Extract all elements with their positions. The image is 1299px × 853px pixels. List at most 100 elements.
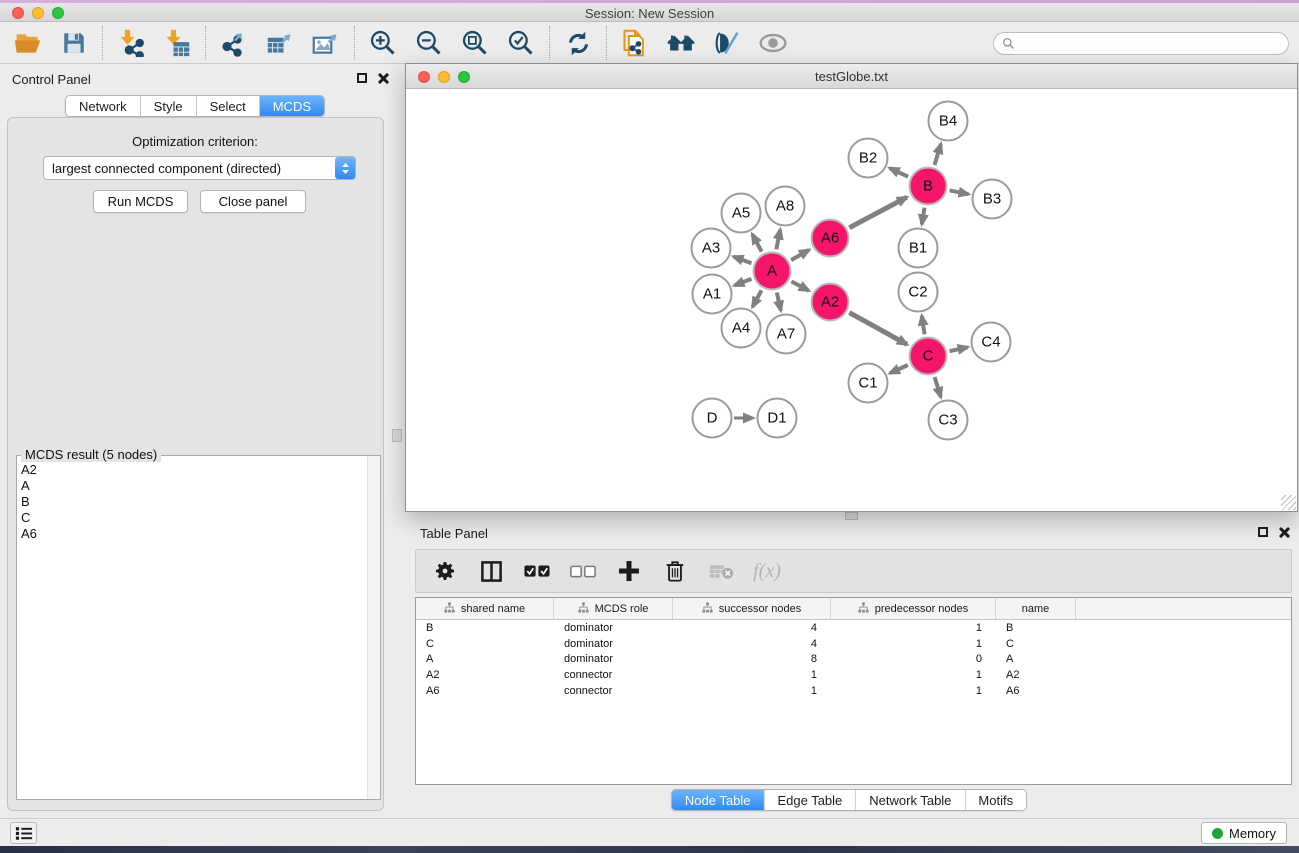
table-cell: connector — [554, 685, 673, 697]
graph-node-A6[interactable]: A6 — [811, 219, 850, 258]
tab-node-table[interactable]: Node Table — [672, 790, 765, 810]
result-scrollbar[interactable] — [367, 456, 380, 799]
tab-mcds[interactable]: MCDS — [260, 96, 324, 116]
task-history-button[interactable] — [10, 822, 37, 844]
horizontal-splitter-handle[interactable] — [845, 512, 858, 520]
graph-node-A3[interactable]: A3 — [691, 228, 732, 269]
save-session-icon[interactable] — [59, 28, 89, 58]
table-cell: dominator — [554, 622, 673, 634]
houses-icon[interactable] — [666, 28, 696, 58]
close-panel-icon[interactable] — [377, 73, 388, 84]
vertical-splitter-handle[interactable] — [392, 429, 402, 442]
table-cell: C — [996, 638, 1076, 650]
float-table-panel-icon[interactable] — [1258, 527, 1268, 537]
table-header-row: shared nameMCDS rolesuccessor nodesprede… — [416, 598, 1291, 620]
graph-node-C2[interactable]: C2 — [898, 272, 939, 313]
graphics-details-icon[interactable] — [712, 28, 742, 58]
result-list-item[interactable]: A — [21, 478, 364, 494]
table-row[interactable]: A6connector11A6 — [416, 683, 1291, 699]
export-network-icon[interactable] — [219, 28, 249, 58]
close-table-panel-icon[interactable] — [1278, 527, 1289, 538]
import-table-icon[interactable] — [162, 28, 192, 58]
deselect-all-icon[interactable] — [570, 558, 596, 584]
zoom-in-icon[interactable] — [368, 28, 398, 58]
graph-node-A[interactable]: A — [753, 252, 792, 291]
column-header-shared-name[interactable]: shared name — [416, 598, 554, 619]
control-panel-tabs: NetworkStyleSelectMCDS — [65, 95, 325, 117]
graph-node-A4[interactable]: A4 — [721, 308, 762, 349]
graph-node-B3[interactable]: B3 — [972, 179, 1013, 220]
tab-select[interactable]: Select — [197, 96, 260, 116]
import-network-icon[interactable] — [116, 28, 146, 58]
search-input[interactable] — [1015, 37, 1288, 51]
result-list-item[interactable]: C — [21, 510, 364, 526]
column-header-successor-nodes[interactable]: successor nodes — [673, 598, 831, 619]
table-cell: A2 — [416, 669, 554, 681]
delete-icon[interactable] — [662, 558, 688, 584]
float-panel-icon[interactable] — [357, 73, 367, 83]
tab-style[interactable]: Style — [141, 96, 197, 116]
search-field[interactable] — [993, 32, 1289, 55]
zoom-selected-icon[interactable] — [506, 28, 536, 58]
graph-node-A8[interactable]: A8 — [765, 186, 806, 227]
result-list-item[interactable]: B — [21, 494, 364, 510]
graph-node-C[interactable]: C — [909, 337, 948, 376]
graph-node-B2[interactable]: B2 — [848, 138, 889, 179]
graph-node-C4[interactable]: C4 — [971, 322, 1012, 363]
table-toolbar: f(x) — [415, 549, 1292, 593]
optimization-criterion-label: Optimization criterion: — [0, 134, 390, 149]
graph-node-D1[interactable]: D1 — [757, 398, 798, 439]
graph-node-B4[interactable]: B4 — [928, 101, 969, 142]
table-row[interactable]: Cdominator41C — [416, 636, 1291, 652]
graph-node-C1[interactable]: C1 — [848, 363, 889, 404]
settings-icon[interactable] — [432, 558, 458, 584]
column-header-name[interactable]: name — [996, 598, 1076, 619]
columns-icon[interactable] — [478, 558, 504, 584]
export-image-icon[interactable] — [311, 28, 341, 58]
run-mcds-button[interactable]: Run MCDS — [93, 190, 188, 213]
tab-network[interactable]: Network — [66, 96, 141, 116]
list-icon — [15, 826, 33, 841]
node-table: shared nameMCDS rolesuccessor nodesprede… — [415, 597, 1292, 785]
table-row[interactable]: A2connector11A2 — [416, 667, 1291, 683]
desktop-wallpaper-strip — [0, 846, 1299, 853]
network-canvas[interactable]: A A1 A2 A3 A4 A5 A6 A7 A8 B B1 B2 B3B4 C C1 C2 C3C4 D D1 — [406, 89, 1297, 511]
result-list-item[interactable]: A2 — [21, 462, 364, 478]
graph-node-A7[interactable]: A7 — [766, 314, 807, 355]
table-panel-title: Table Panel — [420, 526, 488, 541]
network-window-title: testGlobe.txt — [406, 69, 1297, 84]
table-row[interactable]: Bdominator41B — [416, 620, 1291, 636]
refresh-icon[interactable] — [563, 28, 593, 58]
export-table-icon[interactable] — [265, 28, 295, 58]
copy-network-icon[interactable] — [620, 28, 650, 58]
graph-node-B[interactable]: B — [909, 167, 948, 206]
memory-button[interactable]: Memory — [1201, 822, 1287, 844]
column-header-mcds-role[interactable]: MCDS role — [554, 598, 673, 619]
tab-motifs[interactable]: Motifs — [965, 790, 1026, 810]
result-list-item[interactable]: A6 — [21, 526, 364, 542]
tab-edge-table[interactable]: Edge Table — [764, 790, 856, 810]
table-row[interactable]: Adominator80A — [416, 651, 1291, 667]
open-session-icon[interactable] — [13, 28, 43, 58]
resize-grip[interactable] — [1281, 495, 1296, 510]
mcds-result-box: MCDS result (5 nodes) A2ABCA6 — [16, 455, 381, 800]
column-header-predecessor-nodes[interactable]: predecessor nodes — [831, 598, 996, 619]
graph-node-A2[interactable]: A2 — [811, 283, 850, 322]
table-cell: dominator — [554, 653, 673, 665]
graph-node-C3[interactable]: C3 — [928, 400, 969, 441]
network-column-icon — [858, 602, 869, 616]
graph-node-D[interactable]: D — [692, 398, 733, 439]
graph-node-A5[interactable]: A5 — [721, 193, 762, 234]
zoom-fit-icon[interactable] — [460, 28, 490, 58]
tab-network-table[interactable]: Network Table — [856, 790, 965, 810]
select-all-icon[interactable] — [524, 558, 550, 584]
eye-icon[interactable] — [758, 28, 788, 58]
graph-node-A1[interactable]: A1 — [692, 274, 733, 315]
zoom-out-icon[interactable] — [414, 28, 444, 58]
window-top-accent — [0, 0, 1299, 3]
close-panel-button[interactable]: Close panel — [200, 190, 306, 213]
graph-node-B1[interactable]: B1 — [898, 228, 939, 269]
add-icon[interactable] — [616, 558, 642, 584]
criterion-dropdown[interactable]: largest connected component (directed) — [43, 156, 356, 180]
network-column-icon — [702, 602, 713, 616]
